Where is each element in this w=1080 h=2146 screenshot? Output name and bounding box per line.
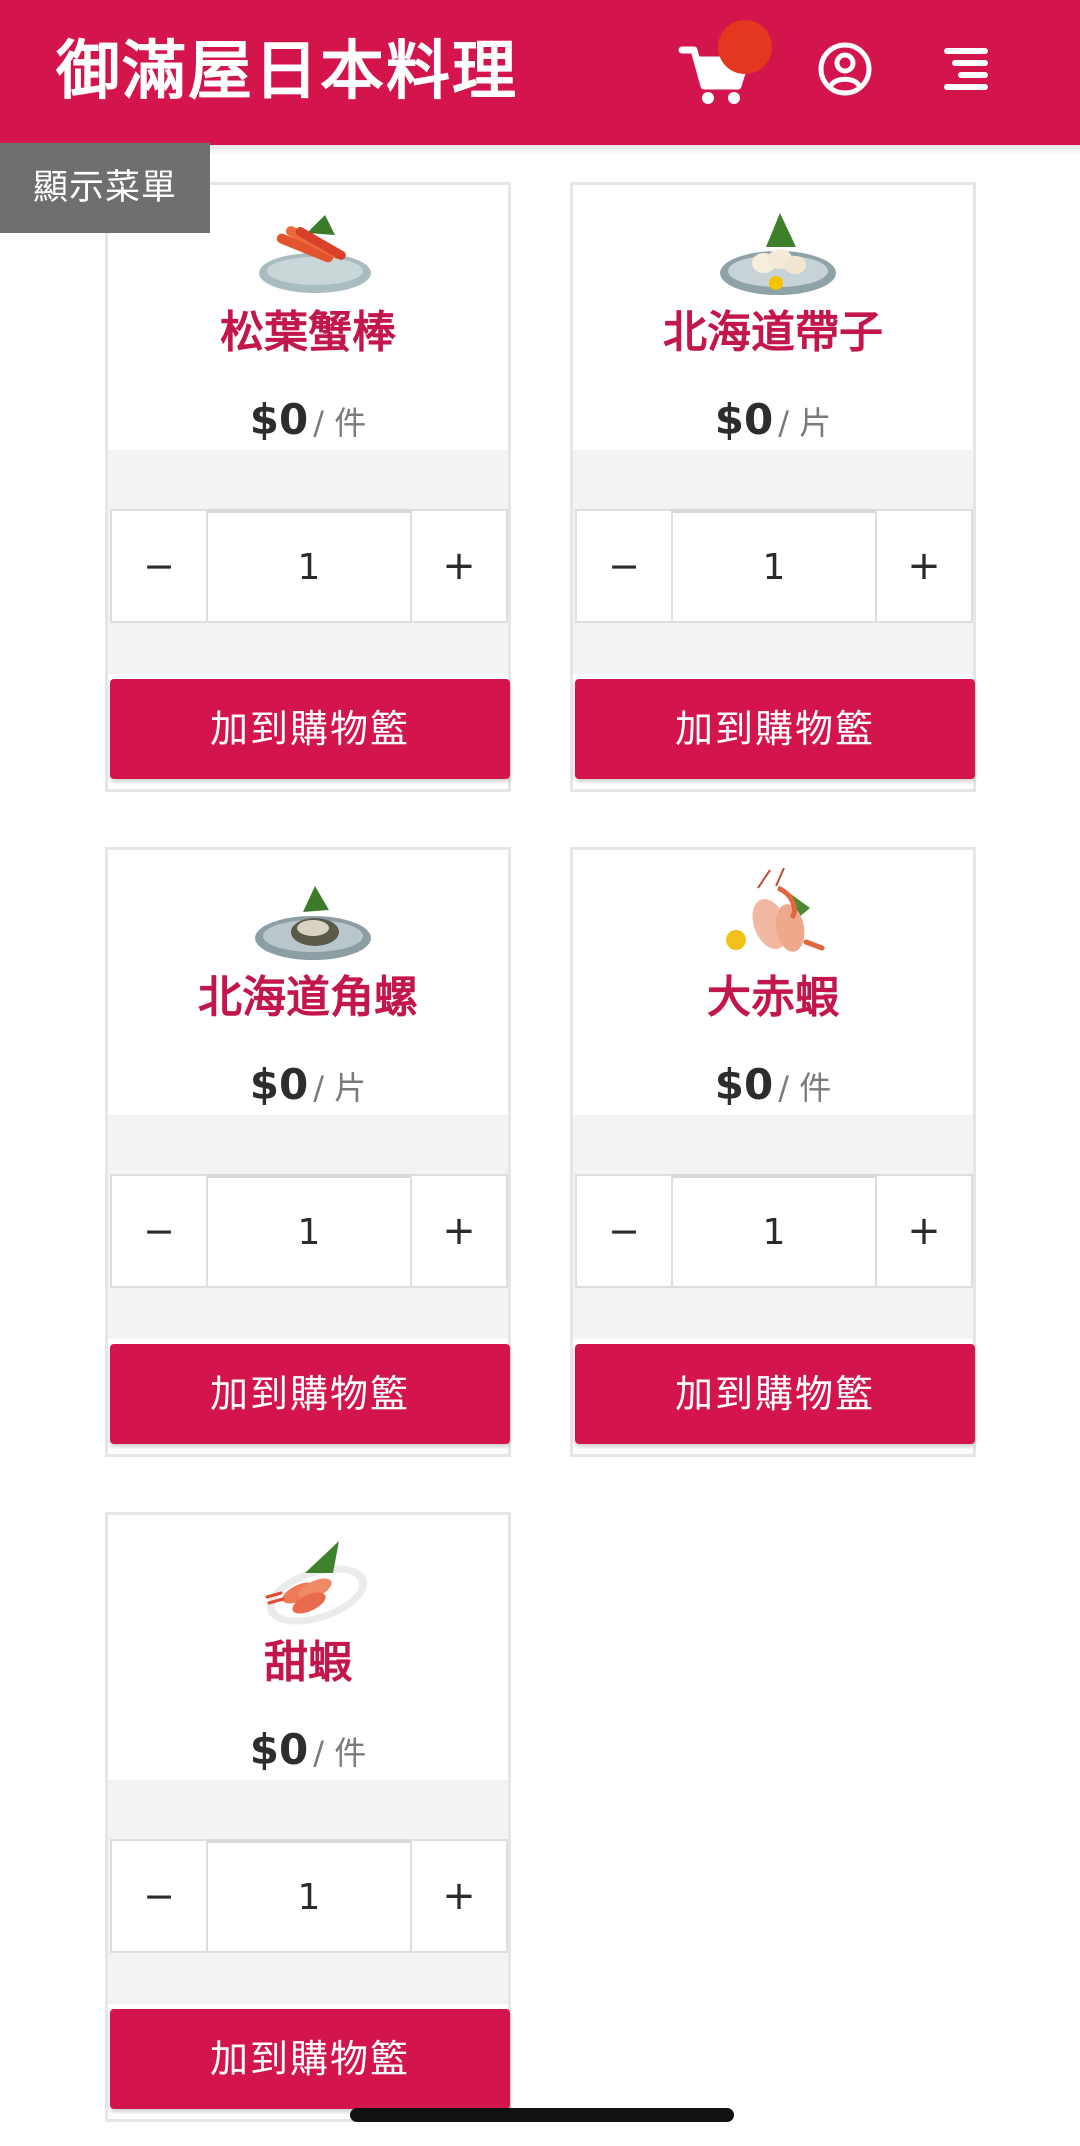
product-card: 北海道角螺 $0 / 片 − 1 + 加到購物籃 [105,847,511,1457]
product-name: 北海道角螺 [198,972,418,1023]
increase-button[interactable]: + [410,1174,508,1288]
price-unit: / 件 [313,404,367,442]
price-row: $0 / 片 [573,390,973,459]
add-to-basket-button[interactable]: 加到購物籃 [575,1344,975,1444]
price-unit: / 片 [313,1069,367,1107]
quantity-input[interactable]: 1 [206,509,412,623]
increase-button[interactable]: + [410,509,508,623]
red-shrimp-image [726,868,825,952]
price-row: $0 / 件 [573,1055,973,1124]
increase-button[interactable]: + [875,509,973,623]
price-unit: / 件 [313,1734,367,1772]
decrease-button[interactable]: − [575,509,673,623]
price-row: $0 / 件 [108,1720,508,1789]
quantity-input[interactable]: 1 [671,1174,877,1288]
sweet-shrimp-image [265,1541,368,1625]
product-price: $0 [249,1725,309,1774]
page: 御滿屋日本料理 顯示菜單 松葉蟹棒 $0 / 件 − 1 + 加到購物籃 北海道… [0,0,1080,2146]
increase-button[interactable]: + [875,1174,973,1288]
quantity-input[interactable]: 1 [671,509,877,623]
add-to-basket-button[interactable]: 加到購物籃 [110,2009,510,2109]
quantity-input[interactable]: 1 [206,1839,412,1953]
show-menu-button[interactable]: 顯示菜單 [0,143,210,233]
product-price: $0 [714,395,774,444]
price-row: $0 / 件 [108,390,508,459]
product-price: $0 [249,395,309,444]
product-name: 大赤蝦 [707,972,839,1023]
product-card: 甜蝦 $0 / 件 − 1 + 加到購物籃 [105,1512,511,2122]
restaurant-title[interactable]: 御滿屋日本料理 [56,30,518,114]
price-unit: / 件 [778,1069,832,1107]
decrease-button[interactable]: − [575,1174,673,1288]
crab-stick-image [259,215,371,293]
product-card: 北海道帶子 $0 / 片 − 1 + 加到購物籃 [570,182,976,792]
increase-button[interactable]: + [410,1839,508,1953]
home-indicator [350,2108,734,2122]
decrease-button[interactable]: − [110,1839,208,1953]
price-unit: / 片 [778,404,832,442]
decrease-button[interactable]: − [110,509,208,623]
product-card: 松葉蟹棒 $0 / 件 − 1 + 加到購物籃 [105,182,511,792]
scallop-image [720,213,836,295]
product-name: 松葉蟹棒 [220,307,396,358]
top-bar: 御滿屋日本料理 [0,0,1080,145]
cart-badge [718,20,772,74]
add-to-basket-button[interactable]: 加到購物籃 [110,679,510,779]
decrease-button[interactable]: − [110,1174,208,1288]
product-name: 北海道帶子 [663,307,883,358]
add-to-basket-button[interactable]: 加到購物籃 [110,1344,510,1444]
product-price: $0 [714,1060,774,1109]
whelk-image [255,886,371,960]
menu-icon[interactable] [920,28,1010,118]
add-to-basket-button[interactable]: 加到購物籃 [575,679,975,779]
price-row: $0 / 片 [108,1055,508,1124]
user-circle-icon[interactable] [800,28,890,118]
product-name: 甜蝦 [264,1637,352,1688]
product-card: 大赤蝦 $0 / 件 − 1 + 加到購物籃 [570,847,976,1457]
quantity-input[interactable]: 1 [206,1174,412,1288]
product-price: $0 [249,1060,309,1109]
